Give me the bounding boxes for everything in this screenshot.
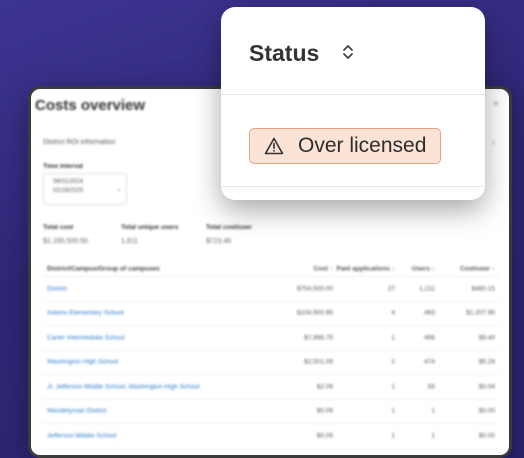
row-paid: 1 [391, 407, 395, 415]
row-users: 55 [427, 383, 435, 391]
stat-label-total-cost: Total cost [43, 224, 74, 231]
status-header[interactable]: Status [221, 7, 485, 95]
row-paid: 2 [391, 358, 395, 366]
table-row: Jefferson Middle School $0.09 1 1 $0.00 [43, 424, 499, 449]
close-icon[interactable]: × [493, 98, 499, 110]
table-row: Wendelyman District $0.09 1 1 $0.00 [43, 400, 499, 424]
stat-label-cost-per-user: Total cost/user [206, 224, 252, 231]
row-cost: $104,900.95 [296, 309, 333, 317]
table-header: District/Campus/Group of campuses Cost ↑… [43, 261, 499, 277]
warning-triangle-icon [264, 137, 284, 155]
row-paid: 1 [391, 334, 395, 342]
row-cost: $0.09 [316, 432, 333, 440]
row-cost-per-user: $0.00 [478, 432, 495, 440]
column-header-users[interactable]: Users ↑ [412, 265, 435, 272]
row-cost-per-user: $0.04 [478, 383, 495, 391]
table-row: Washington High School $2,501.09 2 474 $… [43, 351, 499, 375]
row-paid: 4 [391, 309, 395, 317]
row-cost: $0.09 [316, 407, 333, 415]
costs-title: Costs overview [35, 97, 146, 114]
row-users: 1 [431, 432, 435, 440]
column-header-paid[interactable]: Paid applications ↑ [336, 265, 395, 272]
date-start: 08/01/2024 [53, 179, 84, 185]
status-options: Over licensed [221, 95, 485, 187]
table-row: Adams Elementary School $104,900.95 4 46… [43, 302, 499, 326]
row-name-link[interactable]: Adams Elementary School [47, 310, 124, 317]
column-header-cost[interactable]: Cost ↑ [314, 265, 334, 272]
time-interval-label: Time interval [43, 163, 83, 170]
table-row: Carter Intermediate School $7,998.75 1 4… [43, 326, 499, 351]
row-name-link[interactable]: Carter Intermediate School [47, 334, 125, 341]
row-cost: $2.09 [316, 383, 333, 391]
stat-value-cost-per-user: $723.46 [206, 238, 232, 245]
row-paid: 1 [391, 383, 395, 391]
over-licensed-badge[interactable]: Over licensed [249, 128, 442, 164]
row-cost: $2,501.09 [304, 358, 333, 366]
stat-label-unique-users: Total unique users [121, 224, 179, 231]
chevron-down-icon: ⌄ [116, 186, 122, 193]
row-name-link[interactable]: Jr. Jefferson Middle School, Washington … [47, 383, 199, 390]
row-users: 466 [424, 334, 435, 342]
row-users: 1,211 [419, 285, 435, 293]
row-name-link[interactable]: Jefferson Middle School [47, 432, 116, 439]
row-users: 1 [431, 407, 435, 415]
row-users: 463 [424, 309, 435, 317]
column-header-cost-per-user[interactable]: Cost/user ↑ [460, 265, 495, 272]
table-row: District $754,500.00 27 1,211 $460.15 [43, 277, 499, 302]
column-header-name[interactable]: District/Campus/Group of campuses [47, 265, 160, 272]
row-name-link[interactable]: Wendelyman District [47, 408, 106, 415]
badge-label: Over licensed [298, 134, 427, 157]
chevron-right-icon[interactable]: › [492, 137, 495, 147]
district-roi-subtitle: District ROI information [43, 139, 116, 146]
row-users: 474 [424, 358, 435, 366]
status-filter-card: Status Over licensed [221, 7, 485, 200]
sort-updown-icon[interactable] [341, 42, 355, 62]
row-cost-per-user: $460.15 [471, 285, 496, 293]
row-name-link[interactable]: Washington High School [47, 359, 118, 366]
row-paid: 27 [387, 285, 395, 293]
row-paid: 1 [391, 432, 395, 440]
row-cost-per-user: $0.00 [478, 407, 495, 415]
date-range-picker[interactable]: 08/01/2024 02/19/2025 ⌄ [43, 173, 127, 205]
row-cost: $7,998.75 [304, 334, 333, 342]
table-row: Jr. Jefferson Middle School, Washington … [43, 375, 499, 400]
stat-value-unique-users: 1,611 [121, 238, 138, 245]
row-name-link[interactable]: District [47, 285, 67, 292]
row-cost-per-user: $1,207.95 [466, 309, 495, 317]
stat-value-total-cost: $1,165,500.50 [43, 238, 88, 245]
row-cost-per-user: $9.40 [478, 334, 495, 342]
date-end: 02/19/2025 [53, 188, 84, 194]
row-cost: $754,500.00 [296, 285, 333, 293]
row-cost-per-user: $5.28 [478, 358, 495, 366]
costs-table: District/Campus/Group of campuses Cost ↑… [43, 261, 499, 449]
status-title: Status [249, 40, 320, 66]
